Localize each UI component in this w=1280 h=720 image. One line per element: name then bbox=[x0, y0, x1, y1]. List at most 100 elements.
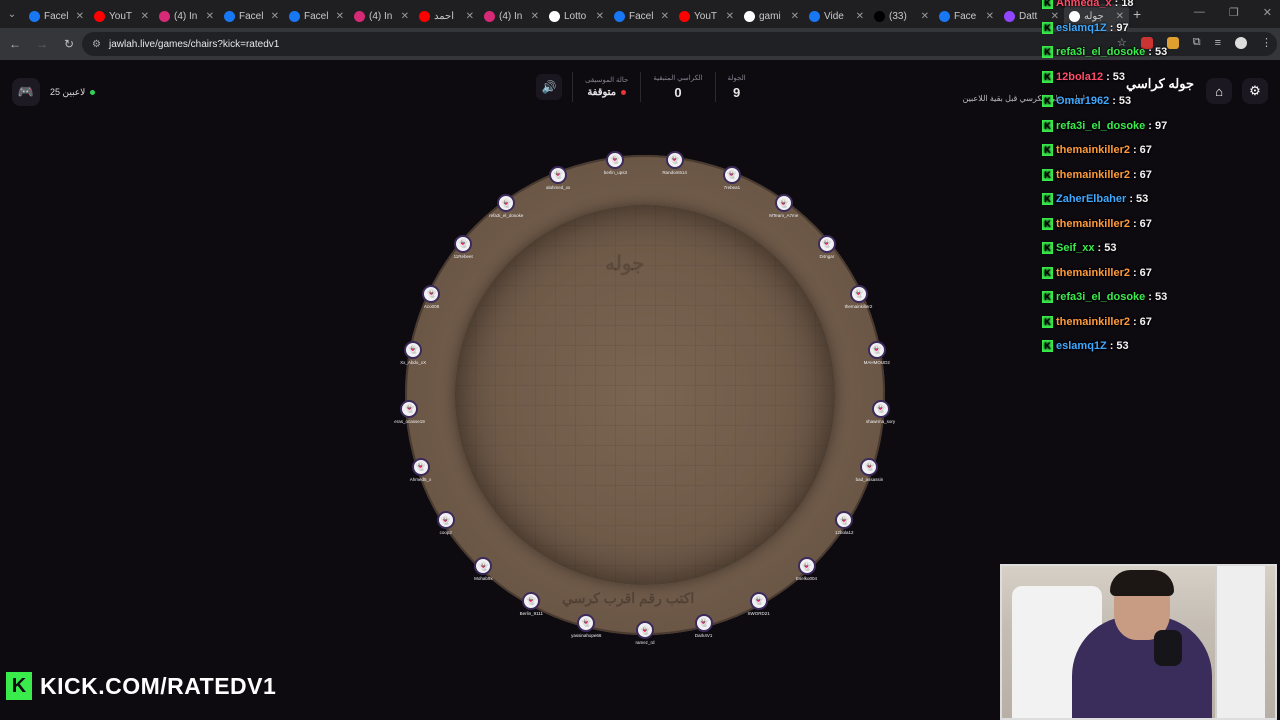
browser-tab[interactable]: Facel ✕ bbox=[24, 4, 89, 28]
browser-tab[interactable]: أحمد ✕ bbox=[414, 4, 479, 28]
tab-close-icon[interactable]: ✕ bbox=[791, 11, 799, 22]
tab-close-icon[interactable]: ✕ bbox=[466, 11, 474, 22]
tab-close-icon[interactable]: ✕ bbox=[271, 11, 279, 22]
browser-tab[interactable]: Lotto ✕ bbox=[544, 4, 609, 28]
player-seat[interactable]: 👻 Aco008 bbox=[401, 284, 461, 309]
player-seat[interactable]: 👻 yassinahope66 bbox=[556, 613, 616, 638]
player-seat[interactable]: 👻 12bola12 bbox=[814, 511, 874, 535]
browser-tab[interactable]: Facel ✕ bbox=[284, 4, 349, 28]
player-avatar: 👻 bbox=[436, 511, 455, 530]
player-name: Random514 bbox=[662, 169, 687, 175]
player-seat[interactable]: 👻 Berlin_9111 bbox=[501, 591, 561, 616]
browser-tab[interactable]: YouT ✕ bbox=[674, 4, 739, 28]
player-seat[interactable]: 👻 Mohab9x bbox=[453, 557, 513, 581]
sound-toggle-button[interactable]: 🔊 bbox=[536, 74, 562, 100]
browser-menu-icon[interactable]: ⋮ bbox=[1261, 36, 1272, 49]
browser-tab[interactable]: (4) In ✕ bbox=[349, 4, 414, 28]
chat-message: Krefa3i_el_dosoke:97 bbox=[1042, 117, 1167, 135]
tab-close-icon[interactable]: ✕ bbox=[921, 11, 929, 22]
player-seat[interactable]: 👻 Xx_Abdo_xX bbox=[383, 340, 443, 365]
player-seat[interactable]: 👻 refa3i_el_dosoke bbox=[476, 194, 536, 218]
chat-text: 97 bbox=[1116, 21, 1129, 34]
player-seat[interactable]: 👻 shawrma_sory bbox=[851, 399, 911, 424]
chat-separator: : bbox=[1132, 168, 1137, 181]
tab-title: Lotto bbox=[564, 10, 587, 22]
tab-close-icon[interactable]: ✕ bbox=[336, 11, 344, 22]
tab-close-icon[interactable]: ✕ bbox=[856, 11, 864, 22]
chat-username: themainkiller2 bbox=[1056, 144, 1130, 156]
chat-text: 67 bbox=[1139, 217, 1152, 230]
browser-tab[interactable]: YouT ✕ bbox=[89, 4, 154, 28]
tab-close-icon[interactable]: ✕ bbox=[76, 11, 84, 22]
kick-badge-icon: K bbox=[1042, 291, 1053, 303]
tab-close-icon[interactable]: ✕ bbox=[531, 11, 539, 22]
player-name: Aco008 bbox=[423, 303, 440, 309]
browser-tab[interactable]: (4) In ✕ bbox=[479, 4, 544, 28]
player-avatar: 👻 bbox=[817, 234, 836, 253]
back-icon[interactable]: ← bbox=[3, 32, 27, 56]
facebook-icon bbox=[224, 10, 235, 22]
chat-username: themainkiller2 bbox=[1056, 315, 1130, 328]
music-status: حالة الموسيقى متوقفة bbox=[572, 72, 640, 102]
player-seat[interactable]: 👻 themainkiller2 bbox=[829, 284, 889, 309]
tab-close-icon[interactable]: ✕ bbox=[986, 11, 994, 22]
player-name: themainkiller2 bbox=[844, 303, 873, 309]
player-seat[interactable]: 👻 11Rebeet bbox=[433, 234, 493, 259]
reload-icon[interactable]: ↻ bbox=[57, 32, 81, 56]
player-seat[interactable]: 👻 berlin_ups3 bbox=[585, 150, 645, 175]
instagram-icon bbox=[354, 10, 365, 22]
browser-tab[interactable]: gami ✕ bbox=[739, 4, 804, 28]
browser-tab[interactable]: (33) ✕ bbox=[869, 4, 934, 28]
tab-close-icon[interactable]: ✕ bbox=[726, 11, 734, 22]
player-seat[interactable]: 👻 D4ngar bbox=[797, 234, 857, 259]
tab-close-icon[interactable]: ✕ bbox=[206, 11, 214, 22]
player-seat[interactable]: 👻 Dark4V1 bbox=[674, 613, 734, 638]
chat-separator: : bbox=[1106, 70, 1110, 83]
player-seat[interactable]: 👻 MTeam_A7me bbox=[754, 194, 814, 218]
player-seat[interactable]: 👻 bad_assassin bbox=[839, 457, 899, 482]
youtube-icon bbox=[679, 10, 690, 22]
chat-message: Kthemainkiller2:67 bbox=[1042, 166, 1152, 184]
kick-badge-icon: K bbox=[1042, 193, 1053, 205]
instagram-icon bbox=[159, 10, 170, 22]
browser-tab[interactable]: Facel ✕ bbox=[609, 4, 674, 28]
tab-close-icon[interactable]: ✕ bbox=[661, 11, 669, 22]
music-status-label: حالة الموسيقى bbox=[585, 77, 629, 84]
chairs-remaining-label: الكراسي المتبقية bbox=[653, 75, 703, 82]
player-seat[interactable]: 👻 7rebea1 bbox=[702, 165, 762, 190]
browser-tab[interactable]: Facel ✕ bbox=[219, 4, 284, 28]
site-info-icon[interactable]: ⚙ bbox=[92, 39, 101, 50]
browser-tab[interactable]: Face ✕ bbox=[934, 4, 999, 28]
player-seat[interactable]: 👻 SWORD21 bbox=[729, 591, 789, 616]
tab-close-icon[interactable]: ✕ bbox=[141, 11, 149, 22]
player-seat[interactable]: 👻 alahmed_xx bbox=[528, 165, 588, 190]
facebook-icon bbox=[29, 10, 40, 22]
player-name: coop2 bbox=[439, 530, 452, 536]
forward-icon[interactable]: → bbox=[30, 32, 54, 56]
chat-message: K Seif_xx:53 bbox=[1042, 239, 1116, 257]
chat-message: Keslamq1Z:53 bbox=[1042, 337, 1129, 355]
player-seat[interactable]: 👻 Ahmed5_x bbox=[391, 457, 451, 482]
player-seat[interactable]: 👻 eras_ocasse19 bbox=[379, 399, 439, 424]
chat-message: Kthemainkiller2:67 bbox=[1042, 141, 1152, 159]
tab-close-icon[interactable]: ✕ bbox=[401, 11, 409, 22]
player-seat[interactable]: 👻 ramez_rd bbox=[615, 621, 675, 645]
tab-title: (4) In bbox=[499, 10, 523, 22]
close-window-icon[interactable]: ✕ bbox=[1263, 6, 1272, 19]
player-name: Berlin_9111 bbox=[519, 610, 543, 616]
chat-message: Krefa3i_el_dosoke:53 bbox=[1042, 288, 1167, 306]
player-seat[interactable]: 👻 Random514 bbox=[645, 150, 705, 175]
browser-tab[interactable]: Vide ✕ bbox=[804, 4, 869, 28]
tab-close-icon[interactable]: ✕ bbox=[596, 11, 604, 22]
kick-badge-icon: K bbox=[1042, 95, 1053, 107]
player-seat[interactable]: 👻 coop2 bbox=[416, 511, 476, 535]
chat-username: 12bola12 bbox=[1056, 70, 1104, 83]
player-seat[interactable]: 👻 MAHMOUD2 bbox=[847, 340, 907, 365]
player-name: eras_ocasse19 bbox=[394, 418, 425, 424]
browser-tab[interactable]: (4) In ✕ bbox=[154, 4, 219, 28]
tab-search-icon[interactable]: ⌄ bbox=[0, 0, 24, 28]
player-name: bad_assassin bbox=[855, 476, 884, 482]
player-seat[interactable]: 👻 Eselko004 bbox=[777, 557, 837, 581]
app-logo[interactable]: 🎮 bbox=[12, 78, 40, 106]
player-name: berlin_ups3 bbox=[603, 169, 628, 175]
